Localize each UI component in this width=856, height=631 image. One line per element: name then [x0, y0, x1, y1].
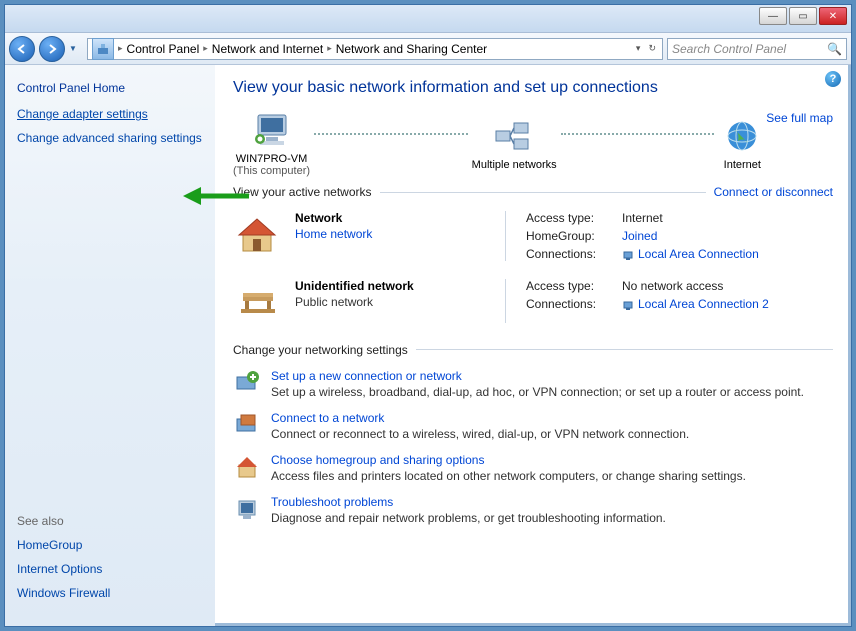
page-title: View your basic network information and … [233, 79, 833, 97]
tasks-section: Change your networking settings Set up a… [233, 335, 833, 525]
connect-network-icon [233, 411, 261, 439]
breadcrumb-control-panel[interactable]: Control Panel [127, 42, 200, 56]
map-node-label: Internet [718, 159, 766, 171]
network-type: Public network [295, 295, 485, 309]
section-title: Change your networking settings [233, 343, 408, 357]
main-panel: ? View your basic network information an… [215, 65, 851, 626]
titlebar: — ▭ ✕ [5, 5, 851, 33]
task-link[interactable]: Choose homegroup and sharing options [271, 453, 484, 467]
prop-key: HomeGroup: [526, 229, 616, 243]
prop-value: No network access [622, 279, 769, 293]
homegroup-link[interactable]: Joined [622, 229, 759, 243]
internet-options-link[interactable]: Internet Options [17, 562, 203, 576]
back-button[interactable] [9, 36, 35, 62]
network-map: WIN7PRO-VM (This computer) Multiple netw… [233, 111, 833, 177]
home-network-icon [233, 211, 281, 255]
prop-key: Access type: [526, 211, 616, 225]
task-desc: Connect or reconnect to a wireless, wire… [271, 427, 689, 441]
task-link[interactable]: Set up a new connection or network [271, 369, 462, 383]
task-troubleshoot[interactable]: Troubleshoot problems Diagnose and repair… [233, 495, 833, 525]
search-placeholder: Search Control Panel [672, 42, 786, 56]
task-setup-connection[interactable]: Set up a new connection or network Set up… [233, 369, 833, 399]
task-desc: Set up a wireless, broadband, dial-up, a… [271, 385, 804, 399]
nav-history-dropdown[interactable]: ▼ [69, 44, 83, 53]
map-node-sublabel: (This computer) [233, 165, 310, 177]
window: — ▭ ✕ ▼ ▸ Control Panel ▸ Network and In… [4, 4, 852, 627]
control-panel-home-link[interactable]: Control Panel Home [17, 81, 203, 95]
maximize-button[interactable]: ▭ [789, 7, 817, 25]
network-name: Network [295, 211, 342, 225]
task-desc: Diagnose and repair network problems, or… [271, 511, 666, 525]
connection-link[interactable]: Local Area Connection [622, 247, 759, 261]
change-advanced-sharing-link[interactable]: Change advanced sharing settings [17, 131, 203, 145]
globe-icon [718, 117, 766, 155]
setup-connection-icon [233, 369, 261, 397]
close-button[interactable]: ✕ [819, 7, 847, 25]
computer-icon [248, 111, 296, 149]
connection-link[interactable]: Local Area Connection 2 [622, 297, 769, 311]
chevron-right-icon: ▸ [118, 43, 123, 54]
networks-icon [490, 117, 538, 155]
network-type-link[interactable]: Home network [295, 227, 485, 241]
task-link[interactable]: Connect to a network [271, 411, 384, 425]
minimize-button[interactable]: — [759, 7, 787, 25]
change-adapter-settings-link[interactable]: Change adapter settings [17, 107, 203, 121]
navbar: ▼ ▸ Control Panel ▸ Network and Internet… [5, 33, 851, 65]
prop-key: Access type: [526, 279, 616, 293]
connect-disconnect-link[interactable]: Connect or disconnect [714, 185, 833, 199]
task-homegroup-sharing[interactable]: Choose homegroup and sharing options Acce… [233, 453, 833, 483]
see-full-map-link[interactable]: See full map [766, 111, 833, 125]
content-area: Control Panel Home Change adapter settin… [5, 65, 851, 626]
network-name: Unidentified network [295, 279, 414, 293]
breadcrumb-network-internet[interactable]: Network and Internet [212, 42, 323, 56]
breadcrumb-sharing-center[interactable]: Network and Sharing Center [336, 42, 487, 56]
chevron-right-icon: ▸ [327, 43, 332, 54]
search-input[interactable]: Search Control Panel 🔍 [667, 38, 847, 60]
task-connect-network[interactable]: Connect to a network Connect or reconnect… [233, 411, 833, 441]
troubleshoot-icon [233, 495, 261, 523]
see-also-header: See also [17, 514, 203, 528]
network-entry: Unidentified network Public network Acce… [233, 273, 833, 335]
windows-firewall-link[interactable]: Windows Firewall [17, 586, 203, 600]
search-icon: 🔍 [827, 42, 842, 56]
map-link-line [561, 133, 715, 135]
prop-key: Connections: [526, 297, 616, 311]
location-icon [92, 38, 114, 60]
adapter-icon [622, 249, 634, 261]
chevron-right-icon: ▸ [203, 43, 208, 54]
map-node-label: WIN7PRO-VM [233, 153, 310, 165]
network-entry: Network Home network Access type: Intern… [233, 205, 833, 273]
prop-value: Internet [622, 211, 759, 225]
adapter-icon [622, 299, 634, 311]
sidebar: Control Panel Home Change adapter settin… [5, 65, 215, 626]
map-link-line [314, 133, 468, 135]
task-link[interactable]: Troubleshoot problems [271, 495, 393, 509]
help-icon[interactable]: ? [825, 71, 841, 87]
homegroup-icon [233, 453, 261, 481]
active-networks-header: View your active networks Connect or dis… [233, 185, 833, 199]
public-network-icon [233, 279, 281, 323]
homegroup-link[interactable]: HomeGroup [17, 538, 203, 552]
refresh-button[interactable]: ↻ [646, 43, 658, 54]
task-desc: Access files and printers located on oth… [271, 469, 746, 483]
map-node-internet[interactable]: Internet [718, 117, 766, 171]
forward-button[interactable] [39, 36, 65, 62]
address-bar[interactable]: ▸ Control Panel ▸ Network and Internet ▸… [87, 38, 663, 60]
section-title: View your active networks [233, 185, 372, 199]
map-node-label: Multiple networks [472, 159, 557, 171]
prop-key: Connections: [526, 247, 616, 261]
map-node-multiple-networks[interactable]: Multiple networks [472, 117, 557, 171]
address-dropdown[interactable]: ▾ [634, 43, 643, 54]
map-node-this-computer[interactable]: WIN7PRO-VM (This computer) [233, 111, 310, 177]
